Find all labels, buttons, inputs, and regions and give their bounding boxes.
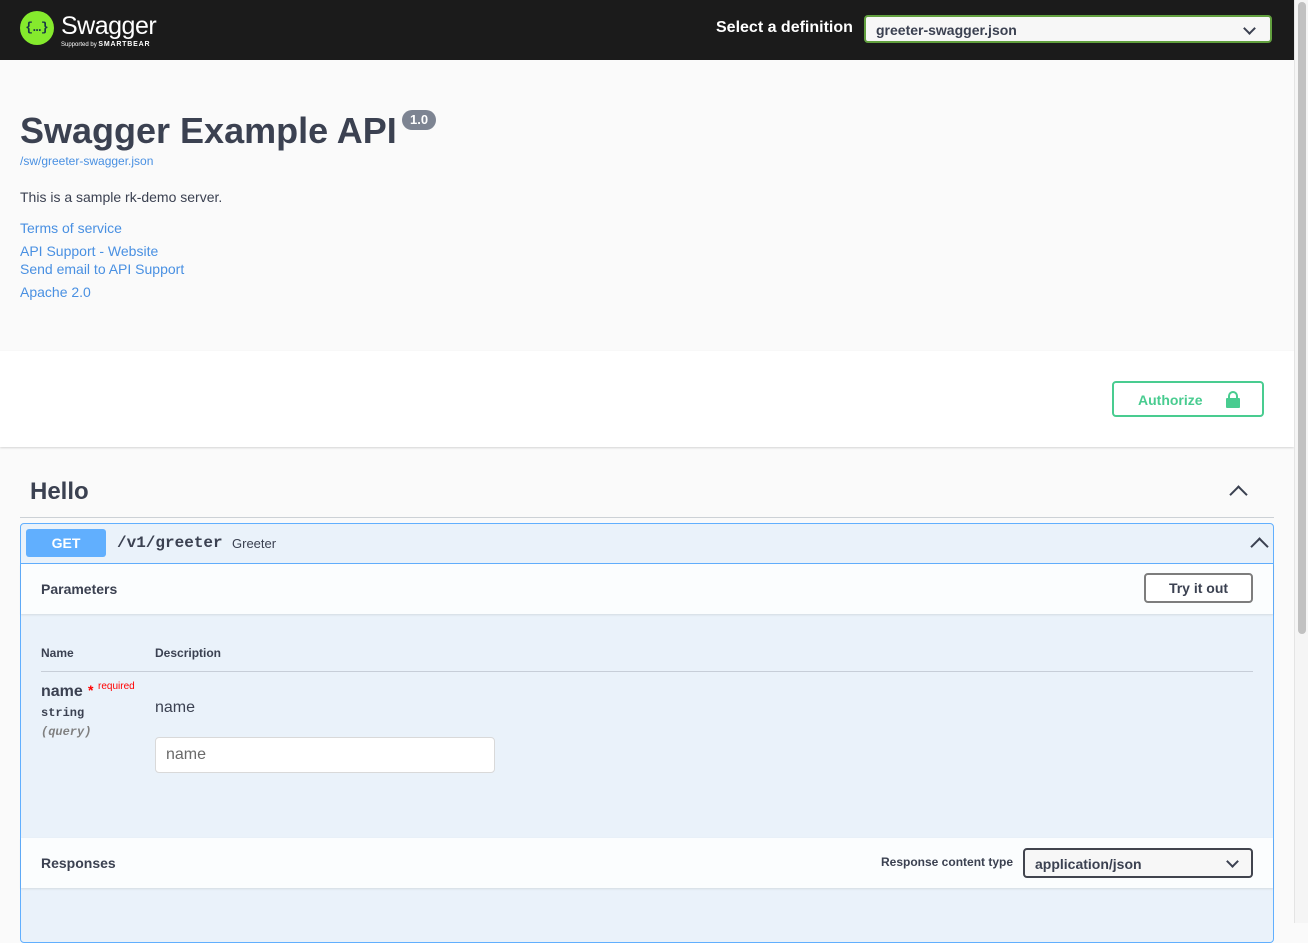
page-scrollbar[interactable]	[1294, 0, 1308, 923]
parameters-title: Parameters	[41, 581, 118, 597]
try-it-out-button[interactable]: Try it out	[1144, 573, 1253, 603]
definition-select-value: greeter-swagger.json	[876, 22, 1017, 38]
authorize-label: Authorize	[1138, 392, 1203, 408]
scheme-container	[0, 351, 1294, 447]
responses-title: Responses	[41, 855, 116, 871]
operation-summary[interactable]: GET /v1/greeter Greeter	[21, 524, 1273, 564]
responses-header: Responses Response content type applicat…	[21, 838, 1273, 888]
support-email-link[interactable]: Send email to API Support	[20, 261, 184, 277]
parameter-description: name	[155, 699, 196, 716]
authorize-button[interactable]: Authorize	[1112, 381, 1264, 417]
swagger-logo[interactable]: {…} Swagger Supported by SMARTBEAR	[20, 11, 180, 51]
unlock-icon	[1226, 391, 1240, 408]
parameter-name: name	[41, 683, 83, 700]
chevron-down-icon	[1226, 855, 1239, 868]
logo-sub-brand: SMARTBEAR	[98, 41, 151, 48]
parameter-location: (query)	[41, 725, 92, 739]
version-badge: 1.0	[402, 110, 437, 130]
api-title: Swagger Example API	[20, 110, 397, 151]
operation-summary-text: Greeter	[232, 536, 277, 551]
topbar: {…} Swagger Supported by SMARTBEAR Selec…	[0, 0, 1294, 60]
operation-path: /v1/greeter	[117, 534, 223, 552]
required-label: required	[98, 681, 135, 692]
content-type-value: application/json	[1035, 856, 1142, 872]
license-link[interactable]: Apache 2.0	[20, 284, 91, 300]
tag-collapse-icon[interactable]	[1229, 485, 1248, 504]
logo-name: Swagger	[61, 12, 157, 40]
scrollbar-thumb[interactable]	[1298, 2, 1306, 634]
logo-subtitle: Supported by SMARTBEAR	[61, 41, 150, 48]
content-type-label: Response content type	[881, 855, 1014, 869]
tag-divider	[20, 517, 1274, 518]
column-header-description: Description	[155, 646, 222, 660]
chevron-down-icon	[1243, 22, 1256, 35]
column-header-name: Name	[41, 646, 74, 660]
terms-of-service-link[interactable]: Terms of service	[20, 220, 122, 236]
table-header-divider	[41, 671, 1253, 672]
api-description: This is a sample rk-demo server.	[20, 189, 223, 205]
operation-block: GET /v1/greeter Greeter Parameters Try i…	[20, 523, 1274, 943]
content-type-select[interactable]: application/json	[1023, 848, 1253, 878]
swagger-logo-icon: {…}	[20, 11, 54, 45]
parameters-header: Parameters Try it out	[21, 564, 1273, 614]
required-star: *	[88, 682, 94, 698]
logo-sub-prefix: Supported by	[61, 42, 97, 48]
definition-select[interactable]: greeter-swagger.json	[864, 15, 1272, 43]
tag-title[interactable]: Hello	[30, 478, 89, 506]
name-input[interactable]	[155, 737, 495, 773]
spec-url-link[interactable]: /sw/greeter-swagger.json	[20, 154, 153, 168]
operation-collapse-icon[interactable]	[1250, 537, 1269, 556]
method-badge: GET	[26, 529, 106, 557]
support-website-link[interactable]: API Support - Website	[20, 243, 158, 259]
parameter-type: string	[41, 706, 85, 720]
definition-label: Select a definition	[716, 19, 853, 36]
